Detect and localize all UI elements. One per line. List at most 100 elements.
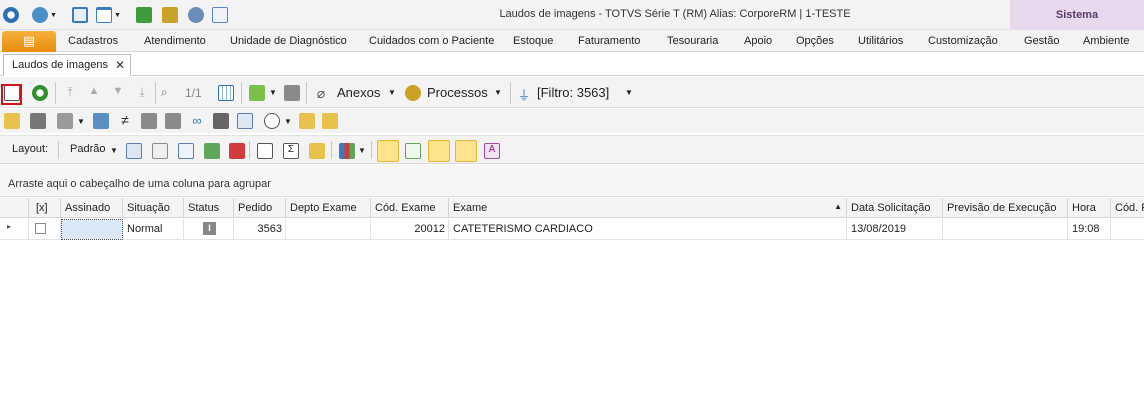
menu-atendimento[interactable]: Atendimento	[144, 35, 206, 47]
last-record-icon[interactable]: ⤓	[134, 85, 150, 101]
cell-exame[interactable]: CATETERISMO CARDIACO	[449, 219, 847, 240]
layout-import-icon[interactable]	[204, 143, 220, 159]
menu-faturamento[interactable]: Faturamento	[578, 35, 640, 47]
processos-button[interactable]: Processos	[427, 85, 488, 100]
format-icon[interactable]	[309, 143, 325, 159]
layout-grid-icon[interactable]	[178, 143, 194, 159]
menu-cadastros[interactable]: Cadastros	[68, 35, 118, 47]
main-toolbar: ⤒ ▲ ▼ ⤓ ⌕ 1/1 ▼ ⌀ Anexos ▼ Processos ▼ ⏚…	[0, 77, 1144, 108]
cell-cod-exame[interactable]: 20012	[371, 219, 449, 240]
calendar-icon[interactable]	[218, 85, 234, 101]
document-star-icon[interactable]	[322, 113, 338, 129]
font-icon[interactable]: A	[484, 143, 500, 159]
anexos-button[interactable]: Anexos	[337, 85, 380, 100]
title-bar: ▼ ▼ Laudos de imagens - TOTVS Série T (R…	[0, 0, 1144, 30]
column-header-situacao[interactable]: Situação	[123, 198, 184, 218]
cell-situacao[interactable]: Normal	[123, 219, 184, 240]
view-grid-toggle[interactable]	[377, 140, 399, 162]
column-header-cod-p[interactable]: Cód. P	[1111, 198, 1144, 218]
cell-previsao-execucao[interactable]	[943, 219, 1068, 240]
layout-select[interactable]: Padrão	[70, 143, 105, 155]
cell-hora[interactable]: 19:08	[1068, 219, 1111, 240]
ribbon-menu-bar: ▤ Cadastros Atendimento Unidade de Diagn…	[0, 30, 1144, 52]
column-header-cod-exame[interactable]: Cód. Exame	[371, 198, 449, 218]
cell-cod-p[interactable]	[1111, 219, 1144, 240]
record-counter: 1/1	[185, 86, 202, 100]
sum-icon[interactable]: Σ	[283, 143, 299, 159]
user-edit-icon[interactable]	[93, 113, 109, 129]
hierarchy-icon[interactable]	[237, 113, 253, 129]
export-icon[interactable]	[249, 85, 265, 101]
document-gear-icon[interactable]	[299, 113, 315, 129]
link-icon[interactable]: ∞	[189, 113, 205, 129]
column-header-pedido[interactable]: Pedido	[234, 198, 286, 218]
menu-unidade-diagnostico[interactable]: Unidade de Diagnóstico	[230, 35, 347, 47]
filter-button[interactable]: [Filtro: 3563]	[537, 85, 609, 100]
menu-tesouraria[interactable]: Tesouraria	[667, 35, 718, 47]
cell-status[interactable]: I	[184, 219, 234, 240]
chart-dropdown-icon[interactable]: ▼	[358, 146, 366, 155]
menu-apoio[interactable]: Apoio	[744, 35, 772, 47]
menu-cuidados-paciente[interactable]: Cuidados com o Paciente	[369, 35, 494, 47]
column-header-exame[interactable]: Exame ▲	[449, 198, 847, 218]
close-tab-icon[interactable]: ✕	[115, 58, 125, 72]
block-alt-icon[interactable]	[165, 113, 181, 129]
layout-dropdown-icon[interactable]: ▼	[110, 146, 118, 155]
layout-copy-icon[interactable]	[152, 143, 168, 159]
view-preview-toggle[interactable]	[455, 140, 477, 162]
layout-export-icon[interactable]	[229, 143, 245, 159]
menu-gestao[interactable]: Gestão	[1024, 35, 1059, 47]
column-header-depto-exame[interactable]: Depto Exame	[286, 198, 371, 218]
binoculars-icon[interactable]: ⌕	[161, 85, 177, 101]
folder-icon[interactable]	[213, 113, 229, 129]
row-indicator-icon[interactable]: ▸	[0, 219, 29, 240]
block-icon[interactable]	[141, 113, 157, 129]
printer-icon[interactable]	[57, 113, 73, 129]
column-header-select-all[interactable]: [x]	[29, 198, 61, 218]
column-header-hora[interactable]: Hora	[1068, 198, 1111, 218]
print-dropdown-icon[interactable]: ▼	[77, 117, 85, 126]
tab-laudos-imagens[interactable]: Laudos de imagens ✕	[3, 54, 131, 76]
layout-save-icon[interactable]	[126, 143, 142, 159]
column-header-exame-label: Exame	[453, 202, 488, 214]
group-by-panel[interactable]: Arraste aqui o cabeçalho de uma coluna p…	[0, 165, 1144, 197]
menu-customizacao[interactable]: Customização	[928, 35, 998, 47]
export-dropdown-icon[interactable]: ▼	[269, 88, 277, 97]
document-new-icon[interactable]	[4, 113, 20, 129]
columns-icon[interactable]	[257, 143, 273, 159]
previous-record-icon[interactable]: ▲	[86, 85, 102, 101]
next-record-icon[interactable]: ▼	[110, 85, 126, 101]
row-select-checkbox[interactable]	[29, 219, 61, 240]
column-header-previsao-execucao[interactable]: Previsão de Execução	[943, 198, 1068, 218]
cell-pedido[interactable]: 3563	[234, 219, 286, 240]
refresh-icon[interactable]	[32, 85, 48, 101]
secondary-toolbar: ▼ ≠ ∞ ▼	[0, 109, 1144, 133]
menu-estoque[interactable]: Estoque	[513, 35, 553, 47]
not-equal-icon[interactable]: ≠	[117, 112, 133, 128]
menu-opcoes[interactable]: Opções	[796, 35, 834, 47]
cell-assinado[interactable]	[61, 219, 123, 240]
menu-ambiente[interactable]: Ambiente	[1083, 35, 1129, 47]
pencil-icon[interactable]	[30, 113, 46, 129]
layout-toolbar: Layout: Padrão ▼ Σ ▼ A	[0, 135, 1144, 164]
paperclip-icon: ⌀	[316, 85, 326, 101]
filter-dropdown-icon[interactable]: ▼	[625, 88, 633, 97]
cell-depto-exame[interactable]	[286, 219, 371, 240]
menu-utilitarios[interactable]: Utilitários	[858, 35, 903, 47]
cell-data-solicitacao[interactable]: 13/08/2019	[847, 219, 943, 240]
view-tree-icon[interactable]	[405, 143, 421, 159]
column-header-status[interactable]: Status	[184, 198, 234, 218]
context-tab-sistema[interactable]: Sistema	[1010, 0, 1144, 30]
history-clock-icon[interactable]	[264, 113, 280, 129]
column-header-assinado[interactable]: Assinado	[61, 198, 123, 218]
column-header-data-solicitacao[interactable]: Data Solicitação	[847, 198, 943, 218]
edit-record-highlight	[1, 84, 22, 105]
view-detail-toggle[interactable]	[428, 140, 450, 162]
chart-icon[interactable]	[339, 143, 355, 159]
first-record-icon[interactable]: ⤒	[62, 85, 78, 101]
processos-dropdown-icon[interactable]: ▼	[494, 88, 502, 97]
application-menu-button[interactable]: ▤	[2, 31, 56, 52]
anexos-dropdown-icon[interactable]: ▼	[388, 88, 396, 97]
history-dropdown-icon[interactable]: ▼	[284, 117, 292, 126]
print-icon[interactable]	[284, 85, 300, 101]
